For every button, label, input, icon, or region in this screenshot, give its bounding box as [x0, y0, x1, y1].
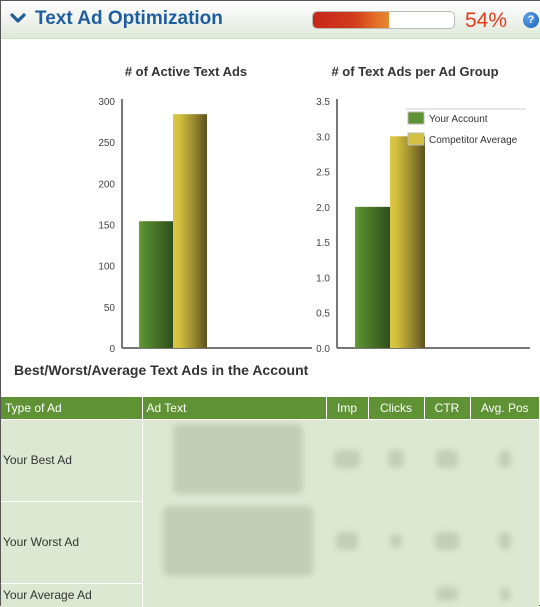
imp-redacted [326, 583, 368, 607]
table-header-row: Type of Ad Ad Text Imp Clicks CTR Avg. P… [1, 397, 539, 420]
imp-redacted [326, 419, 368, 501]
col-ad-text[interactable]: Ad Text [141, 397, 326, 420]
y-tick-label: 2.0 [316, 203, 330, 214]
clicks-redacted [368, 501, 424, 583]
score-progress-bar [312, 11, 455, 29]
ad-text-redacted [142, 419, 326, 501]
ctr-redacted [424, 419, 470, 501]
chevron-down-icon[interactable] [9, 9, 27, 27]
col-ctr[interactable]: CTR [423, 397, 470, 420]
legend-label: Your Account [429, 114, 488, 125]
clicks-redacted [368, 419, 424, 501]
ad-text-redacted [142, 583, 326, 607]
y-tick-label: 0.0 [316, 344, 330, 355]
ctr-redacted [424, 501, 470, 583]
chart-active-text-ads: # of Active Text Ads 0 50 100 150 200 250 300 [98, 64, 312, 355]
y-tick-label: 200 [98, 179, 115, 190]
panel-title: Text Ad Optimization [35, 8, 223, 29]
ctr-redacted [424, 583, 470, 607]
avg-pos-redacted [470, 501, 539, 583]
ad-text-redacted [142, 501, 326, 583]
y-tick-label: 2.5 [316, 168, 330, 179]
row-type-label: Your Worst Ad [1, 501, 143, 584]
avg-pos-redacted [470, 419, 539, 501]
avg-pos-redacted [470, 583, 539, 607]
help-icon[interactable]: ? [523, 12, 539, 28]
chart-title: # of Text Ads per Ad Group [331, 64, 498, 79]
y-tick-label: 3.0 [316, 132, 330, 143]
y-tick-label: 1.5 [316, 238, 330, 249]
col-type-of-ad[interactable]: Type of Ad [1, 397, 142, 420]
y-tick-label: 50 [104, 303, 116, 314]
y-tick-label: 100 [98, 262, 115, 273]
col-imp[interactable]: Imp [325, 397, 368, 420]
ads-table: Type of Ad Ad Text Imp Clicks CTR Avg. P… [1, 397, 539, 607]
row-type-label: Your Average Ad [1, 583, 143, 607]
chart-text-ads-per-ad-group: # of Text Ads per Ad Group 0.0 0.5 1.0 1.5 2.… [316, 64, 530, 355]
bar-your-account [139, 221, 173, 348]
table-section-title: Best/Worst/Average Text Ads in the Accou… [14, 362, 309, 378]
y-tick-label: 0.5 [316, 309, 330, 320]
clicks-redacted [368, 583, 424, 607]
bar-competitor-average [390, 136, 425, 348]
bar-competitor-average [173, 114, 207, 348]
legend-label: Competitor Average [429, 135, 518, 146]
y-tick-label: 1.0 [316, 273, 330, 284]
y-tick-label: 250 [98, 138, 115, 149]
y-tick-label: 300 [98, 97, 115, 108]
score-percent: 54% [465, 9, 508, 32]
score-progress-fill [313, 12, 390, 28]
panel-header[interactable]: Text Ad Optimization 54% ? [1, 1, 540, 39]
bar-your-account [355, 206, 390, 348]
row-type-label: Your Best Ad [1, 419, 143, 502]
col-clicks[interactable]: Clicks [367, 397, 424, 420]
col-avg-pos[interactable]: Avg. Pos [469, 397, 539, 420]
imp-redacted [326, 501, 368, 583]
table-row: Your Worst Ad [1, 501, 539, 584]
y-tick-label: 150 [98, 221, 115, 232]
legend-swatch [407, 132, 425, 146]
legend-swatch [407, 111, 425, 125]
table-row: Your Average Ad [1, 583, 539, 607]
y-tick-label: 3.5 [316, 97, 330, 108]
y-tick-label: 0 [109, 344, 115, 355]
chart-title: # of Active Text Ads [125, 64, 247, 79]
table-row: Your Best Ad [1, 419, 539, 502]
